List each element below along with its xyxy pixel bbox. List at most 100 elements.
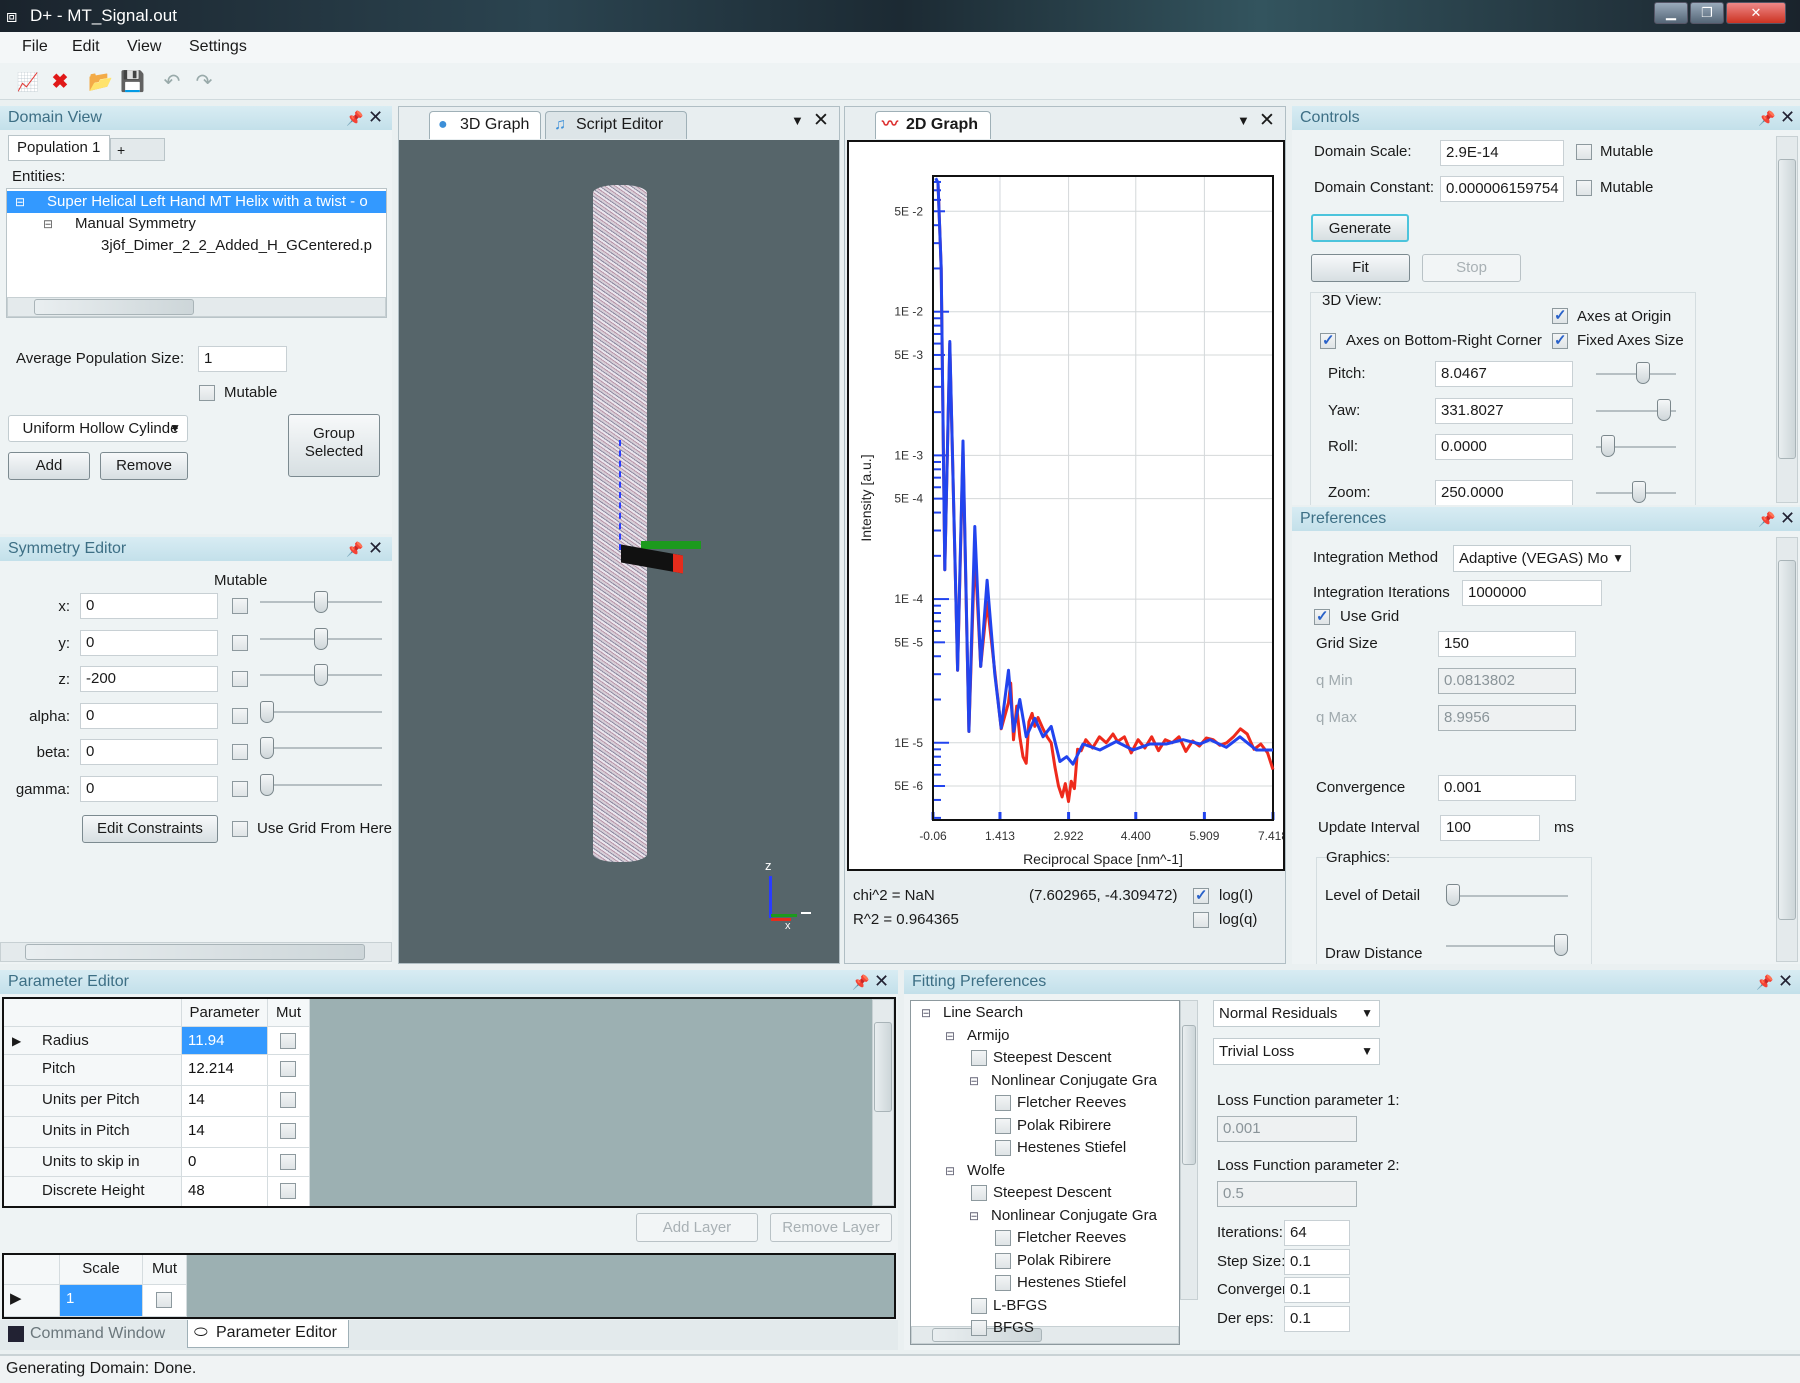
integration-iterations-input[interactable]: 1000000	[1462, 580, 1602, 606]
y-mutable-checkbox[interactable]	[232, 634, 248, 651]
loss-dropdown[interactable]: Trivial Loss ▼	[1213, 1038, 1380, 1065]
alpha-input[interactable]: 0	[80, 702, 218, 729]
slider-thumb[interactable]	[314, 591, 328, 613]
yaw-input[interactable]: 331.8027	[1435, 398, 1573, 424]
gamma-slider[interactable]	[260, 784, 382, 786]
domain-constant-input[interactable]: 0.000006159754	[1440, 176, 1564, 202]
tab-command-window[interactable]: Command Window	[4, 1322, 184, 1348]
close-icon[interactable]: ✕	[1780, 106, 1795, 129]
beta-input[interactable]: 0	[80, 739, 218, 766]
scrollbar-thumb[interactable]	[1778, 560, 1796, 920]
draw-distance-slider[interactable]	[1446, 945, 1568, 947]
parameter-value-cell[interactable]: 14	[182, 1086, 268, 1117]
parameter-mutable-checkbox[interactable]	[280, 1154, 296, 1170]
parameter-mut-cell[interactable]	[268, 1027, 310, 1055]
scrollbar-thumb[interactable]	[1778, 159, 1796, 459]
fit-button[interactable]: Fit	[1311, 254, 1410, 282]
x-mutable-checkbox[interactable]	[232, 598, 248, 614]
collapse-icon[interactable]: ⊟	[921, 1003, 931, 1023]
tab-script-editor[interactable]: ♫ Script Editor	[545, 111, 687, 139]
loss-param1-input[interactable]: 0.001	[1217, 1116, 1357, 1142]
optimizer-checkbox[interactable]	[995, 1117, 1011, 1134]
slider-thumb[interactable]	[1446, 884, 1460, 906]
close-icon[interactable]: ✕	[1778, 969, 1793, 993]
slider-thumb[interactable]	[314, 664, 328, 687]
minimize-button[interactable]: ▁	[1654, 2, 1688, 24]
close-icon[interactable]: ✕	[368, 105, 383, 129]
parameter-mutable-checkbox[interactable]	[280, 1061, 296, 1077]
slider-thumb[interactable]	[260, 700, 274, 723]
axes-corner-checkbox[interactable]	[1320, 331, 1336, 349]
convergence-input[interactable]: 0.1	[1284, 1277, 1350, 1303]
level-of-detail-slider[interactable]	[1446, 895, 1568, 897]
shape-dropdown[interactable]: Uniform Hollow Cylinde ▼	[8, 415, 188, 442]
loss-param2-input[interactable]: 0.5	[1217, 1181, 1357, 1207]
tree-item[interactable]: ⊟ Nonlinear Conjugate Gra	[969, 1071, 1157, 1093]
open-folder-icon[interactable]: 📂	[88, 70, 113, 94]
tree-item[interactable]: Fletcher Reeves	[993, 1228, 1126, 1250]
alpha-slider[interactable]	[260, 710, 382, 713]
tree-item[interactable]: ⊟ Line Search	[921, 1003, 1023, 1025]
parameter-value-cell[interactable]: 14	[182, 1117, 268, 1148]
iterations-input[interactable]: 64	[1284, 1220, 1350, 1246]
optimizer-checkbox[interactable]	[971, 1185, 987, 1201]
menu-view[interactable]: View	[127, 38, 161, 56]
convergence-input[interactable]: 0.001	[1438, 775, 1576, 801]
beta-slider[interactable]	[260, 747, 382, 750]
parameter-value-cell[interactable]: 0	[182, 1148, 268, 1177]
scrollbar-thumb[interactable]	[25, 944, 365, 960]
optimizer-checkbox[interactable]	[995, 1095, 1011, 1111]
tab-3d-graph[interactable]: ● 3D Graph	[429, 111, 541, 139]
vertical-scrollbar[interactable]	[1180, 1000, 1198, 1300]
close-window-button[interactable]: ✕	[1726, 2, 1786, 24]
parameter-mut-cell[interactable]	[268, 1086, 310, 1117]
row-selector[interactable]: ▶	[4, 1285, 60, 1317]
slider-thumb[interactable]	[1656, 399, 1671, 421]
collapse-icon[interactable]: ⊟	[945, 1026, 955, 1046]
column-header-parameter[interactable]: Parameter	[182, 999, 268, 1027]
tab-population-1[interactable]: Population 1	[8, 135, 110, 161]
q-min-input[interactable]: 0.0813802	[1438, 668, 1576, 694]
scrollbar-thumb[interactable]	[874, 1022, 892, 1112]
scrollbar-thumb[interactable]	[1182, 1025, 1196, 1165]
tree-item[interactable]: ⊟ Wolfe	[945, 1161, 1005, 1183]
scale-mutable-checkbox[interactable]	[156, 1292, 172, 1308]
close-icon[interactable]: ✕	[813, 109, 829, 132]
vertical-scrollbar[interactable]	[872, 999, 894, 1206]
step-size-input[interactable]: 0.1	[1284, 1248, 1350, 1275]
optimizer-checkbox[interactable]	[995, 1252, 1011, 1269]
x-input[interactable]: 0	[80, 593, 218, 619]
parameter-mut-cell[interactable]	[268, 1055, 310, 1086]
column-header-scale[interactable]: Scale	[60, 1255, 143, 1285]
tree-item[interactable]: BFGS	[969, 1318, 1034, 1340]
parameter-mutable-checkbox[interactable]	[280, 1123, 296, 1139]
tree-item[interactable]: ⊟ Armijo	[945, 1026, 1010, 1048]
save-icon[interactable]: 💾	[120, 70, 145, 94]
domain-constant-mutable-checkbox[interactable]	[1576, 180, 1592, 196]
update-interval-input[interactable]: 100	[1440, 815, 1540, 841]
gamma-input[interactable]: 0	[80, 776, 218, 802]
roll-input[interactable]: 0.0000	[1435, 434, 1573, 460]
chevron-down-icon[interactable]: ▼	[791, 113, 804, 128]
log-q-checkbox[interactable]	[1193, 912, 1209, 928]
column-header-mut[interactable]: Mut	[143, 1255, 187, 1285]
edit-constraints-button[interactable]: Edit Constraints	[82, 815, 218, 843]
scrollbar-thumb[interactable]	[34, 299, 194, 315]
optimizer-checkbox[interactable]	[995, 1230, 1011, 1246]
vertical-scrollbar[interactable]	[1776, 136, 1798, 503]
optimizer-checkbox[interactable]	[971, 1297, 987, 1314]
horizontal-scrollbar[interactable]	[911, 1326, 1179, 1344]
parameter-mut-cell[interactable]	[268, 1117, 310, 1148]
pin-icon[interactable]: 📌	[852, 970, 869, 994]
pin-icon[interactable]: 📌	[1758, 507, 1775, 531]
beta-mutable-checkbox[interactable]	[232, 744, 248, 761]
alpha-mutable-checkbox[interactable]	[232, 707, 248, 724]
collapse-icon[interactable]: ⊟	[969, 1071, 979, 1091]
parameter-mutable-checkbox[interactable]	[280, 1033, 296, 1049]
parameter-value-cell[interactable]: 11.94	[182, 1027, 268, 1055]
column-header-mut[interactable]: Mut	[268, 999, 310, 1027]
parameter-value-cell[interactable]: 48	[182, 1177, 268, 1206]
3d-viewport[interactable]: z x	[399, 140, 839, 963]
close-icon[interactable]: ✕	[874, 969, 889, 993]
slider-thumb[interactable]	[1601, 435, 1616, 457]
